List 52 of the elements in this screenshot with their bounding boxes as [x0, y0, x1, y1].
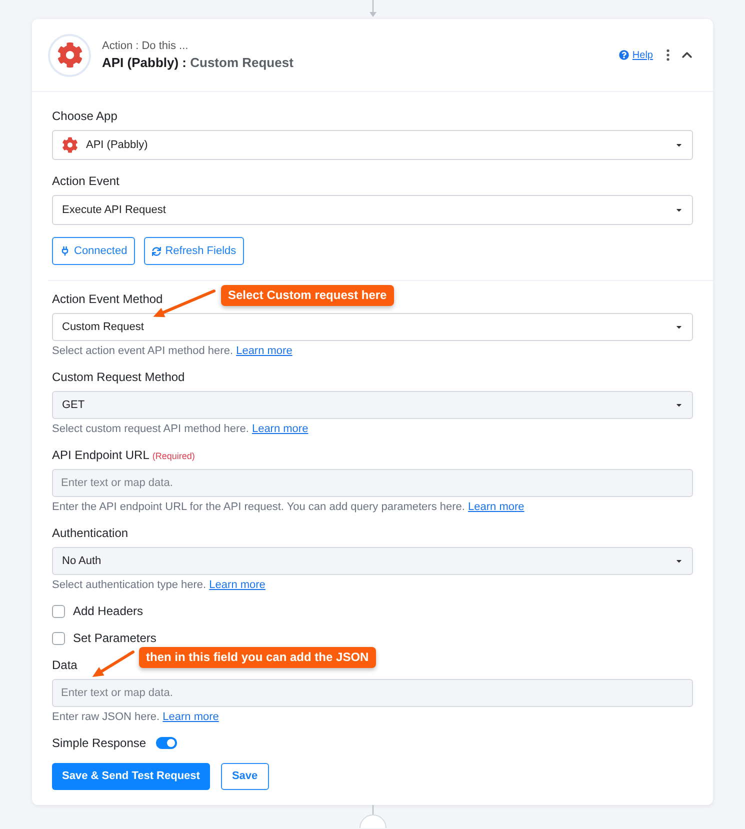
refresh-fields-button[interactable]: Refresh Fields — [144, 237, 244, 265]
field-label: Choose App — [52, 109, 118, 123]
helper-text: Select action event API method here. Learn more — [52, 345, 294, 357]
dropdown[interactable]: Custom Request — [52, 313, 693, 341]
field-label: Action Event — [52, 174, 120, 188]
toggle-switch[interactable] — [156, 737, 178, 749]
dropdown[interactable]: Execute API Request — [52, 195, 693, 225]
refresh-icon — [152, 246, 162, 256]
gear-icon — [62, 137, 78, 153]
field-label: Data — [52, 658, 78, 672]
annotation-callout: then in this field you can add the JSON — [139, 647, 376, 668]
learn-more-link[interactable]: Learn more — [468, 501, 524, 513]
dropdown[interactable]: GET — [52, 391, 693, 419]
caret-icon — [675, 323, 683, 331]
checkbox[interactable] — [52, 632, 65, 644]
checkbox-label: Set Parameters — [73, 631, 156, 645]
connection-button[interactable]: Connected — [52, 237, 136, 265]
help-link[interactable]: Help — [619, 48, 653, 62]
save-and-test-button[interactable]: Save & Send Test Request — [52, 763, 210, 790]
gear-icon — [48, 34, 91, 76]
step-title: API (Pabbly) : Custom Request — [102, 55, 294, 71]
learn-more-link[interactable]: Learn more — [252, 423, 308, 435]
learn-more-link[interactable]: Learn more — [162, 711, 219, 723]
dropdown[interactable]: API (Pabbly) — [52, 130, 693, 160]
field-label: Action Event Method — [52, 292, 163, 306]
step-subtitle: Action : Do this ... — [102, 39, 190, 53]
text-input[interactable]: Enter text or map data. — [52, 679, 693, 707]
caret-icon — [675, 141, 683, 149]
checkbox[interactable] — [52, 604, 65, 618]
plug-icon — [60, 246, 70, 256]
toggle-label: Simple Response — [52, 736, 146, 750]
dropdown[interactable]: No Auth — [52, 547, 693, 575]
helper-text: Enter the API endpoint URL for the API request. You can add query parameters here. Learn more — [52, 501, 526, 513]
field-label: Custom Request Method — [52, 370, 185, 384]
learn-more-link[interactable]: Learn more — [209, 579, 266, 591]
connector-arrow — [368, 0, 378, 19]
field-label: Authentication — [52, 526, 128, 540]
checkbox-label: Add Headers — [73, 604, 144, 618]
caret-icon — [675, 206, 683, 214]
learn-more-link[interactable]: Learn more — [236, 345, 292, 357]
caret-icon — [675, 557, 683, 565]
helper-text: Select authentication type here. Learn more — [52, 579, 266, 591]
field-label: API Endpoint URL — [52, 448, 150, 462]
helper-text: Enter raw JSON here. Learn more — [52, 711, 220, 723]
help-icon — [619, 50, 630, 60]
text-input[interactable]: Enter text or map data. — [52, 469, 693, 497]
annotation-callout: Select Custom request here — [221, 285, 394, 306]
caret-icon — [675, 401, 683, 409]
save-button[interactable]: Save — [220, 763, 269, 790]
helper-text: Select custom request API method here. Learn more — [52, 423, 310, 435]
connector-line — [372, 805, 374, 815]
required-text: (Required) — [152, 450, 195, 462]
